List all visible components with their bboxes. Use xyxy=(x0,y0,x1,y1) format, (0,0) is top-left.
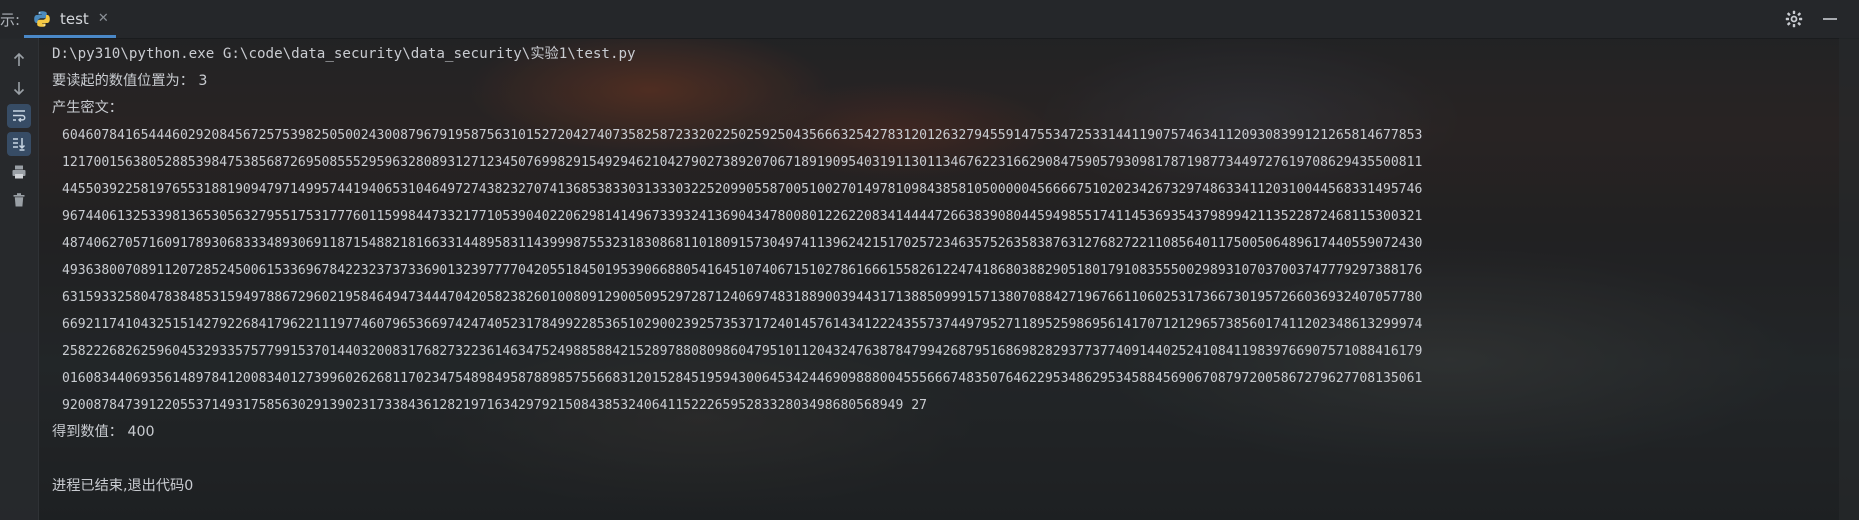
ciphertext-line: 9674406132533981365305632795517531777601… xyxy=(62,209,1423,224)
ciphertext-line: 2582226826259604532933575779915370144032… xyxy=(62,344,1423,359)
gear-icon[interactable] xyxy=(1785,10,1803,28)
trash-icon[interactable] xyxy=(7,188,31,212)
ciphertext-block: 6046078416544460292084567257539825050024… xyxy=(52,122,1835,419)
tab-label: test xyxy=(60,9,89,28)
ciphertext-line: 0160834406935614897841200834012739960262… xyxy=(62,371,1423,386)
ciphertext-line: 4874062705716091789306833348930691187154… xyxy=(62,236,1423,251)
ciphertext-line: 6692117410432515142792268417962211197746… xyxy=(62,317,1423,332)
minimize-icon[interactable] xyxy=(1821,10,1839,28)
ciphertext-line: 1217001563805288539847538568726950855529… xyxy=(62,155,1423,170)
result-line: 得到数值： 400 xyxy=(52,424,155,440)
run-window: 示: test ✕ D:\py310\python.exe G:\code\da… xyxy=(0,0,1859,520)
scroll-down-arrow-icon[interactable] xyxy=(7,76,31,100)
ciphertext-line: 6046078416544460292084567257539825050024… xyxy=(62,128,1423,143)
console-toolbar xyxy=(0,38,39,520)
prompt-line: 要读起的数值位置为： 3 xyxy=(52,73,208,89)
tab-prefix-label: 示: xyxy=(0,11,21,29)
ciphertext-line: 6315933258047838485315949788672960219584… xyxy=(62,290,1423,305)
scroll-up-arrow-icon[interactable] xyxy=(7,48,31,72)
tab-test[interactable]: test ✕ xyxy=(24,0,116,38)
ciphertext-line: 4455039225819765531881909479714995744194… xyxy=(62,182,1423,197)
soft-wrap-icon[interactable] xyxy=(7,104,31,128)
key-label-line: 产生密文： xyxy=(52,100,123,116)
command-line: D:\py310\python.exe G:\code\data_securit… xyxy=(52,46,636,62)
run-tab-bar: 示: test ✕ xyxy=(0,0,1859,39)
exit-code-line: 进程已结束,退出代码0 xyxy=(52,478,194,494)
console-output: D:\py310\python.exe G:\code\data_securit… xyxy=(52,41,1835,520)
tab-close-icon[interactable]: ✕ xyxy=(98,11,109,26)
vertical-scrollbar[interactable] xyxy=(1839,38,1859,520)
ciphertext-line: 4936380070891120728524500615336967842232… xyxy=(62,263,1423,278)
scroll-to-end-icon[interactable] xyxy=(7,132,31,156)
ciphertext-line: 9200878473912205537149317585630291390231… xyxy=(62,398,927,413)
python-icon xyxy=(34,10,50,27)
print-icon[interactable] xyxy=(7,160,31,184)
